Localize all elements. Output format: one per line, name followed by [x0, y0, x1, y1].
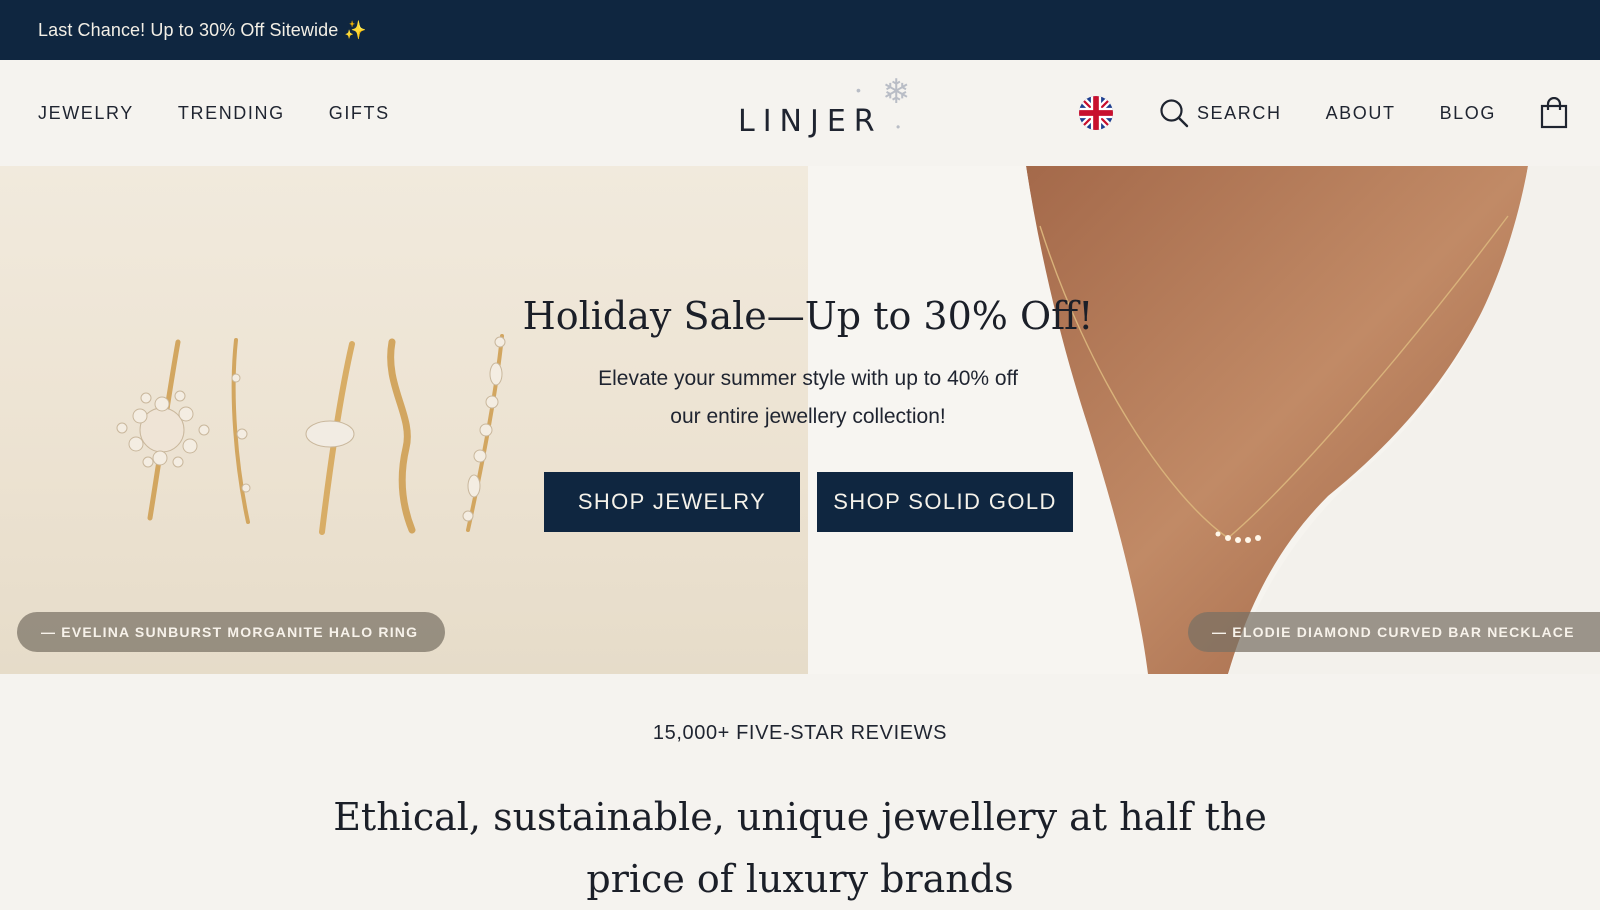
tagline-line: price of luxury brands — [586, 857, 1014, 901]
nav-jewelry[interactable]: JEWELRY — [38, 103, 134, 124]
search-button[interactable]: SEARCH — [1159, 98, 1282, 128]
search-icon — [1160, 99, 1189, 128]
nav-about[interactable]: ABOUT — [1326, 103, 1396, 124]
snowflake-icon: • — [896, 120, 901, 134]
tagline-line: Ethical, sustainable, unique jewellery a… — [333, 795, 1267, 839]
hero-subtitle-line: our entire jewellery collection! — [670, 405, 946, 428]
nav-trending[interactable]: TRENDING — [178, 103, 285, 124]
announcement-bar: Last Chance! Up to 30% Off Sitewide ✨ — [0, 0, 1600, 60]
reviews-count: 15,000+ FIVE-STAR REVIEWS — [652, 722, 948, 744]
nav-blog[interactable]: BLOG — [1440, 103, 1496, 124]
search-label: SEARCH — [1196, 102, 1282, 123]
sparkle-icon: ✨ — [344, 19, 367, 40]
logo-link[interactable]: • ❄ LINJER • — [738, 73, 918, 154]
hero-subtitle-line: Elevate your summer style with up to 40%… — [598, 367, 1018, 390]
hero-banner: — EVELINA SUNBURST MORGANITE HALO RING —… — [0, 166, 1600, 674]
site-logo: LINJER — [738, 104, 883, 139]
product-caption-necklace[interactable]: — ELODIE DIAMOND CURVED BAR NECKLACE — [1188, 612, 1600, 652]
hero-subtitle: Elevate your summer style with up to 40%… — [548, 360, 1068, 436]
shopping-bag-icon[interactable] — [1540, 97, 1568, 129]
nav-gifts[interactable]: GIFTS — [329, 103, 390, 124]
site-header: JEWELRY TRENDING GIFTS • ❄ LINJER • SEAR… — [0, 60, 1600, 166]
shop-jewelry-button[interactable]: SHOP JEWELRY — [544, 472, 800, 532]
primary-nav: JEWELRY TRENDING GIFTS — [38, 60, 390, 166]
hero-title: Holiday Sale—Up to 30% Off! — [522, 294, 1094, 338]
uk-flag-icon[interactable] — [1078, 96, 1113, 130]
hero-content: Holiday Sale—Up to 30% Off! Elevate your… — [508, 166, 1108, 674]
snowflake-icon: • — [856, 82, 861, 98]
snowflake-icon: ❄ — [882, 73, 911, 111]
product-caption-ring[interactable]: — EVELINA SUNBURST MORGANITE HALO RING — [17, 612, 445, 652]
announcement-text: Last Chance! Up to 30% Off Sitewide — [38, 19, 339, 40]
secondary-nav: SEARCH ABOUT BLOG — [1078, 60, 1568, 166]
brand-tagline: Ethical, sustainable, unique jewellery a… — [300, 786, 1300, 910]
shop-solid-gold-button[interactable]: SHOP SOLID GOLD — [817, 472, 1073, 532]
